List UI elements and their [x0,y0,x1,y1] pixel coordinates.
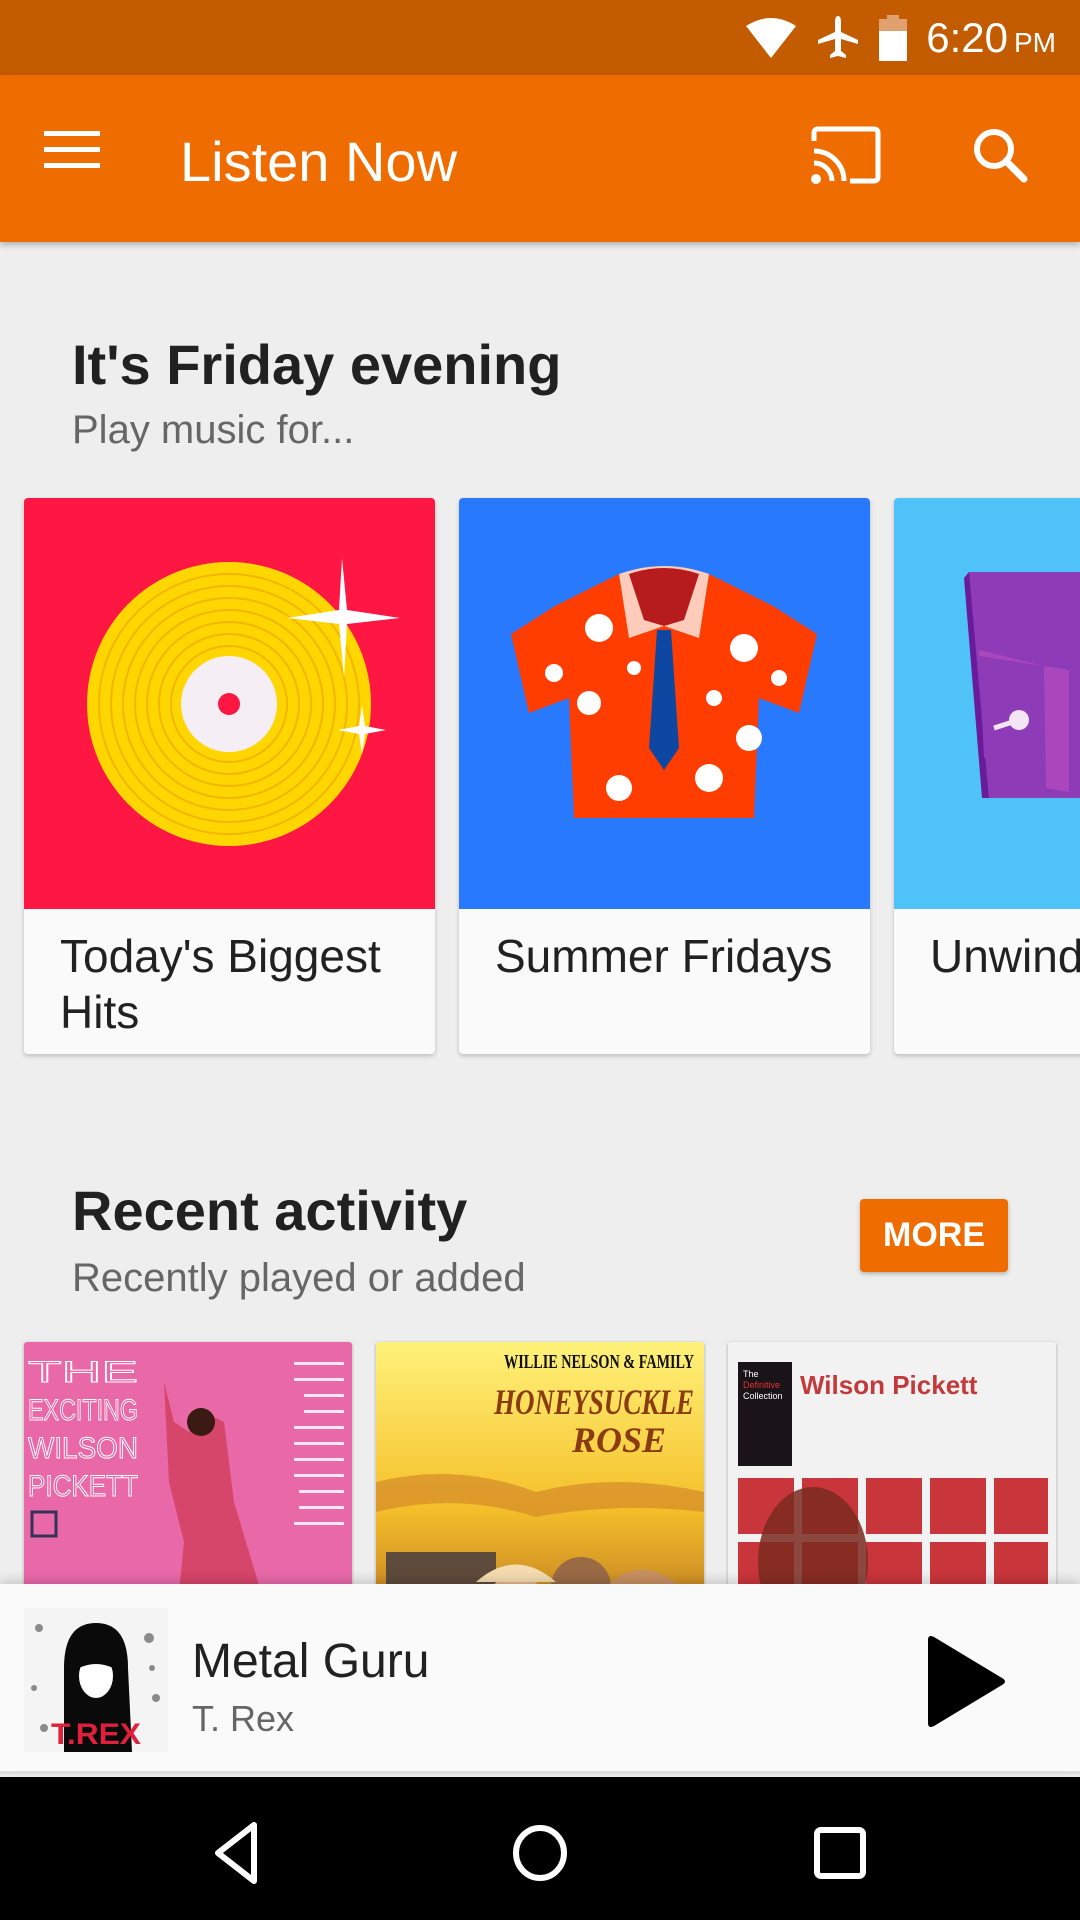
recent-section-subtitle: Recently played or added [72,1256,526,1300]
cast-button[interactable] [810,125,890,195]
home-button[interactable] [500,1813,580,1893]
friday-section-subtitle: Play music for... [72,408,355,452]
system-nav-bar [0,1777,1080,1920]
svg-text:EXCITING: EXCITING [28,1394,138,1427]
svg-text:ROSE: ROSE [571,1420,666,1460]
menu-icon [44,131,100,168]
svg-text:WILSON: WILSON [28,1432,138,1465]
hawaiian-shirt-illustration [459,498,870,909]
status-ampm: PM [1014,26,1056,58]
album-cover-text: WILLIE NELSON & FAMILY [504,1351,694,1373]
more-button[interactable]: MORE [860,1199,1008,1272]
now-playing-art-text: T.REX [51,1718,141,1751]
card-label: Today's Biggest Hits [60,930,381,1038]
status-time: 6:20 [926,13,1008,61]
playlist-card-unwind[interactable]: Unwind [894,498,1080,1054]
status-clock: 6:20 PM [926,14,1056,62]
battery-icon [879,14,908,61]
gold-record-illustration [24,498,435,909]
armchair-illustration [894,498,1080,909]
now-playing-album-art[interactable]: T.REX [24,1608,168,1752]
playlist-card-summer-fridays[interactable]: Summer Fridays [459,498,870,1054]
play-button[interactable] [920,1634,1010,1729]
wifi-icon [746,17,797,58]
home-icon [513,1825,567,1881]
now-playing-artist: T. Rex [192,1698,295,1739]
screen: 6:20 PM Listen Now It's Friday evening P… [0,0,1080,1920]
cast-icon [811,126,881,184]
now-playing-title: Metal Guru [192,1635,430,1688]
recents-icon [814,1827,866,1879]
play-icon [928,1636,1005,1727]
friday-section-title: It's Friday evening [72,333,562,396]
card-label: Summer Fridays [495,930,833,982]
svg-text:Wilson Pickett: Wilson Pickett [800,1370,978,1400]
album-cover-text: THE [28,1356,138,1389]
card-label: Unwind [930,930,1080,982]
status-bar: 6:20 PM [0,0,1080,75]
menu-button[interactable] [44,127,114,187]
now-playing-bar[interactable]: T.REX Metal Guru T. Rex [0,1584,1080,1774]
page-title: Listen Now [180,130,458,193]
svg-text:Definitive: Definitive [743,1380,780,1390]
back-icon [215,1822,257,1884]
svg-text:PICKETT: PICKETT [28,1470,138,1503]
recents-button[interactable] [800,1813,880,1893]
recent-section-title: Recent activity [72,1179,468,1242]
svg-text:HONEYSUCKLE: HONEYSUCKLE [493,1382,694,1422]
svg-text:Collection: Collection [743,1391,783,1401]
search-button[interactable] [970,125,1040,195]
album-cover-text: The [743,1369,759,1379]
playlist-card-todays-biggest-hits[interactable]: Today's Biggest Hits [24,498,435,1054]
app-bar: Listen Now [0,75,1080,242]
airplane-mode-icon [818,15,859,58]
search-icon [974,129,1028,183]
back-button[interactable] [200,1813,280,1893]
